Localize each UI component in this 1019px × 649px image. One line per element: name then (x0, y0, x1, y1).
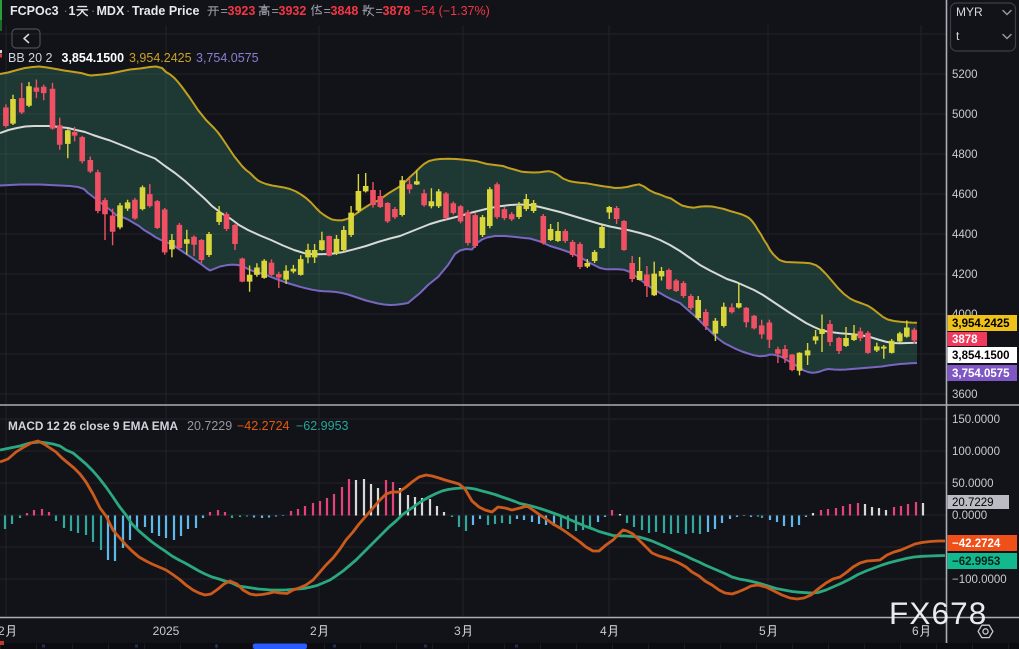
svg-text:4400: 4400 (952, 229, 978, 241)
svg-text:Trade Price: Trade Price (132, 4, 199, 18)
svg-text:1: 1 (69, 4, 76, 18)
svg-text:5000: 5000 (952, 109, 978, 121)
svg-text:−62.9953: −62.9953 (952, 556, 1000, 568)
svg-text:2025: 2025 (153, 624, 180, 638)
svg-text:3878: 3878 (383, 4, 411, 18)
svg-text:4200: 4200 (952, 269, 978, 281)
svg-text:3848: 3848 (331, 4, 359, 18)
svg-text:3,954.2425: 3,954.2425 (952, 318, 1010, 330)
svg-text:3,954.2425: 3,954.2425 (129, 51, 192, 65)
svg-text:−42.2724: −42.2724 (952, 538, 1001, 550)
svg-text:3923: 3923 (228, 4, 256, 18)
svg-text:·: · (126, 4, 130, 18)
svg-text:3878: 3878 (952, 334, 978, 346)
svg-text:2: 2 (0, 624, 5, 638)
svg-text:0.0000: 0.0000 (952, 510, 987, 522)
svg-text:50.0000: 50.0000 (952, 478, 994, 490)
svg-text:3600: 3600 (952, 389, 978, 401)
svg-text:3,754.0575: 3,754.0575 (952, 368, 1010, 380)
svg-text:4800: 4800 (952, 149, 978, 161)
svg-text:20.7229: 20.7229 (952, 497, 994, 509)
svg-text:−42.2724: −42.2724 (237, 419, 290, 433)
svg-text:−54 (−1.37%): −54 (−1.37%) (414, 4, 490, 18)
svg-text:·: · (91, 4, 95, 18)
svg-text:100.0000: 100.0000 (952, 446, 1000, 458)
svg-text:20.7229: 20.7229 (187, 419, 232, 433)
svg-text:4600: 4600 (952, 189, 978, 201)
svg-text:3: 3 (454, 624, 461, 638)
svg-text:−62.9953: −62.9953 (296, 419, 349, 433)
svg-text:BB 20 2: BB 20 2 (8, 51, 53, 65)
svg-text:4: 4 (600, 624, 607, 638)
svg-text:150.0000: 150.0000 (952, 414, 1000, 426)
svg-text:MYR: MYR (956, 5, 983, 19)
svg-text:5: 5 (759, 624, 766, 638)
svg-text:3,854.1500: 3,854.1500 (952, 350, 1010, 362)
svg-text:3932: 3932 (279, 4, 307, 18)
svg-text:MDX: MDX (97, 4, 125, 18)
svg-text:2: 2 (310, 624, 317, 638)
svg-text:FX678: FX678 (889, 595, 987, 631)
svg-text:3,854.1500: 3,854.1500 (62, 51, 125, 65)
svg-text:−100.0000: −100.0000 (952, 574, 1007, 586)
svg-text:MACD 12 26 close 9 EMA EMA: MACD 12 26 close 9 EMA EMA (8, 419, 178, 433)
svg-text:FCPOc3: FCPOc3 (10, 4, 59, 18)
svg-text:5200: 5200 (952, 69, 978, 81)
svg-text:3,754.0575: 3,754.0575 (196, 51, 259, 65)
svg-text:·: · (64, 4, 68, 18)
